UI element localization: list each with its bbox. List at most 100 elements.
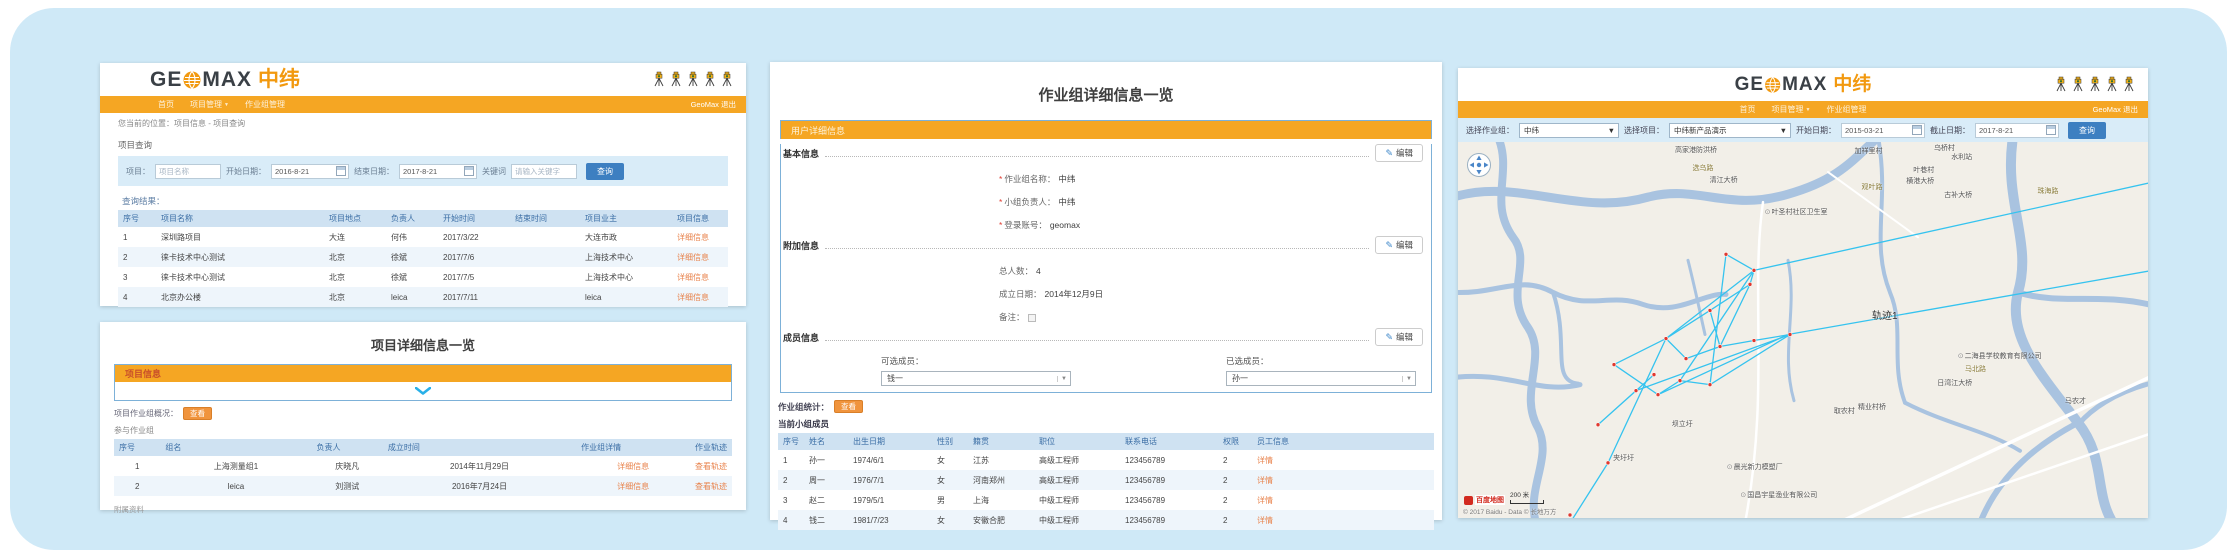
column-header: 项目名称	[156, 210, 324, 227]
query-button[interactable]: 查询	[586, 163, 624, 180]
table-cell: 详细信息	[672, 227, 728, 247]
empty-attachment-icon	[1028, 314, 1036, 322]
table-cell: 123456789	[1120, 510, 1218, 530]
table-cell: 中级工程师	[1034, 490, 1120, 510]
globe-icon	[183, 71, 201, 89]
project-field-label: 项目：	[126, 166, 150, 177]
logout-link[interactable]: GeoMax 退出	[691, 99, 736, 110]
stats-view-button[interactable]: 查看	[834, 400, 863, 413]
table-link[interactable]: 详细信息	[677, 293, 709, 302]
founded-date-field: 成立日期：2014年12月9日	[999, 288, 1431, 300]
table-cell: 1974/6/1	[848, 450, 932, 470]
table-link[interactable]: 详情	[1257, 456, 1273, 465]
map-place-label: 横港大桥	[1906, 176, 1934, 186]
table-cell	[510, 247, 580, 267]
pencil-icon: ✎	[1385, 149, 1393, 158]
table-cell: 男	[932, 490, 968, 510]
start-date-input[interactable]: 2015-03-21	[1841, 123, 1925, 138]
table-cell: 123456789	[1120, 470, 1218, 490]
dotted-divider	[825, 248, 1369, 249]
table-row: 4北京办公楼北京leica2017/7/11leica详细信息	[118, 287, 728, 307]
table-cell: 上海技术中心	[580, 247, 672, 267]
logout-link[interactable]: GeoMax 退出	[2093, 104, 2138, 115]
end-date-input[interactable]: 2017-8-21	[1975, 123, 2059, 138]
project-name-input[interactable]	[155, 164, 221, 179]
map-pan-control[interactable]	[1466, 152, 1492, 178]
column-header: 组名	[160, 439, 311, 456]
table-link[interactable]: 详情	[1257, 496, 1273, 505]
logo-text-cn: 中纬	[258, 69, 300, 90]
breadcrumb: 您当前的位置：项目信息 - 项目查询	[118, 118, 728, 129]
map-place-label: 日湾江大桥	[1937, 378, 1972, 388]
nav-item-home[interactable]: 首页	[1740, 104, 1756, 115]
table-cell: 安徽合肥	[968, 510, 1034, 530]
gnss-antenna-icon	[720, 71, 734, 87]
basic-info-section-header: 基本信息 ✎编辑	[783, 144, 1423, 162]
edit-basic-button[interactable]: ✎编辑	[1375, 144, 1423, 162]
keyword-input[interactable]	[511, 164, 577, 179]
app-header: GE MAX 中纬	[100, 63, 746, 96]
table-cell: 1979/5/1	[848, 490, 932, 510]
column-header: 姓名	[804, 433, 848, 450]
table-link[interactable]: 查看轨迹	[695, 482, 727, 491]
column-header: 权限	[1218, 433, 1252, 450]
table-cell: 2014年11月29日	[383, 456, 576, 476]
table-cell: 1981/7/23	[848, 510, 932, 530]
nav-item-workgroup-mgmt[interactable]: 作业组管理	[1826, 104, 1866, 115]
logo-text-max: MAX	[202, 69, 252, 90]
view-button[interactable]: 查看	[183, 407, 212, 420]
table-link[interactable]: 详情	[1257, 516, 1273, 525]
project-select[interactable]: 中纬新产品演示▼	[1669, 123, 1791, 138]
table-cell: 详情	[1252, 450, 1434, 470]
nav-item-project-mgmt[interactable]: 项目管理▼	[190, 99, 229, 110]
table-link[interactable]: 详情	[1257, 476, 1273, 485]
table-row: 1孙一1974/6/1女江苏高级工程师1234567892详情	[778, 450, 1434, 470]
calendar-icon	[1912, 125, 1922, 135]
table-link[interactable]: 详细信息	[677, 253, 709, 262]
map-place-label: 坝立圩	[1672, 419, 1693, 429]
column-header: 籍贯	[968, 433, 1034, 450]
gnss-antenna-icon	[2122, 76, 2136, 92]
nav-item-workgroup-mgmt[interactable]: 作业组管理	[245, 99, 285, 110]
members-section-header: 成员信息 ✎编辑	[783, 328, 1423, 346]
table-cell: 赵二	[804, 490, 848, 510]
edit-members-button[interactable]: ✎编辑	[1375, 328, 1423, 346]
workgroup-select[interactable]: 中纬▼	[1519, 123, 1619, 138]
nav-item-home[interactable]: 首页	[158, 99, 174, 110]
table-link[interactable]: 详细信息	[677, 233, 709, 242]
table-cell: 高级工程师	[1034, 470, 1120, 490]
table-link[interactable]: 详细信息	[617, 462, 649, 471]
table-cell: 徕卡技术中心测试	[156, 267, 324, 287]
baidu-map-viewport[interactable]: 高家港防洪桥选乌路清江大桥加祥里村叶巷村乌桥村水利站横港大桥古补大桥珠海路观叶路…	[1458, 142, 2148, 518]
table-cell: 大连	[324, 227, 386, 247]
table-link[interactable]: 查看轨迹	[695, 462, 727, 471]
chevron-down-icon: ▼	[224, 102, 229, 108]
column-header: 负责人	[311, 439, 382, 456]
table-row: 2徕卡技术中心测试北京徐斌2017/7/6上海技术中心详细信息	[118, 247, 728, 267]
column-header: 负责人	[386, 210, 438, 227]
controller-icon	[2088, 76, 2102, 92]
end-date-input[interactable]: 2017-8-21	[399, 164, 477, 179]
map-place-label: ⊙国昌宇星渔业有限公司	[1740, 490, 1817, 500]
map-place-label: 夹圩圩	[1613, 453, 1634, 463]
project-info-bar: 项目信息	[115, 365, 731, 382]
table-link[interactable]: 详细信息	[617, 482, 649, 491]
globe-icon	[1765, 77, 1781, 93]
page-title: 项目详细信息一览	[100, 335, 746, 354]
column-header: 开始时间	[438, 210, 510, 227]
available-members-select[interactable]: 钱一▼	[881, 371, 1071, 386]
start-date-input[interactable]: 2016-8-21	[271, 164, 349, 179]
participating-groups-caption: 参与作业组	[114, 425, 746, 436]
nav-item-project-mgmt[interactable]: 项目管理▼	[1772, 104, 1811, 115]
map-query-button[interactable]: 查询	[2068, 122, 2106, 139]
table-cell: 徕卡技术中心测试	[156, 247, 324, 267]
selected-members-select[interactable]: 孙一▼	[1226, 371, 1416, 386]
table-cell: leica	[580, 287, 672, 307]
table-cell: 详细信息	[672, 267, 728, 287]
table-cell: 2	[1218, 450, 1252, 470]
table-link[interactable]: 详细信息	[677, 273, 709, 282]
edit-extra-button[interactable]: ✎编辑	[1375, 236, 1423, 254]
table-row: 2leica刘测试2016年7月24日详细信息查看轨迹	[114, 476, 732, 496]
keyword-label: 关键词	[482, 166, 506, 177]
collapse-toggle[interactable]	[115, 382, 731, 400]
